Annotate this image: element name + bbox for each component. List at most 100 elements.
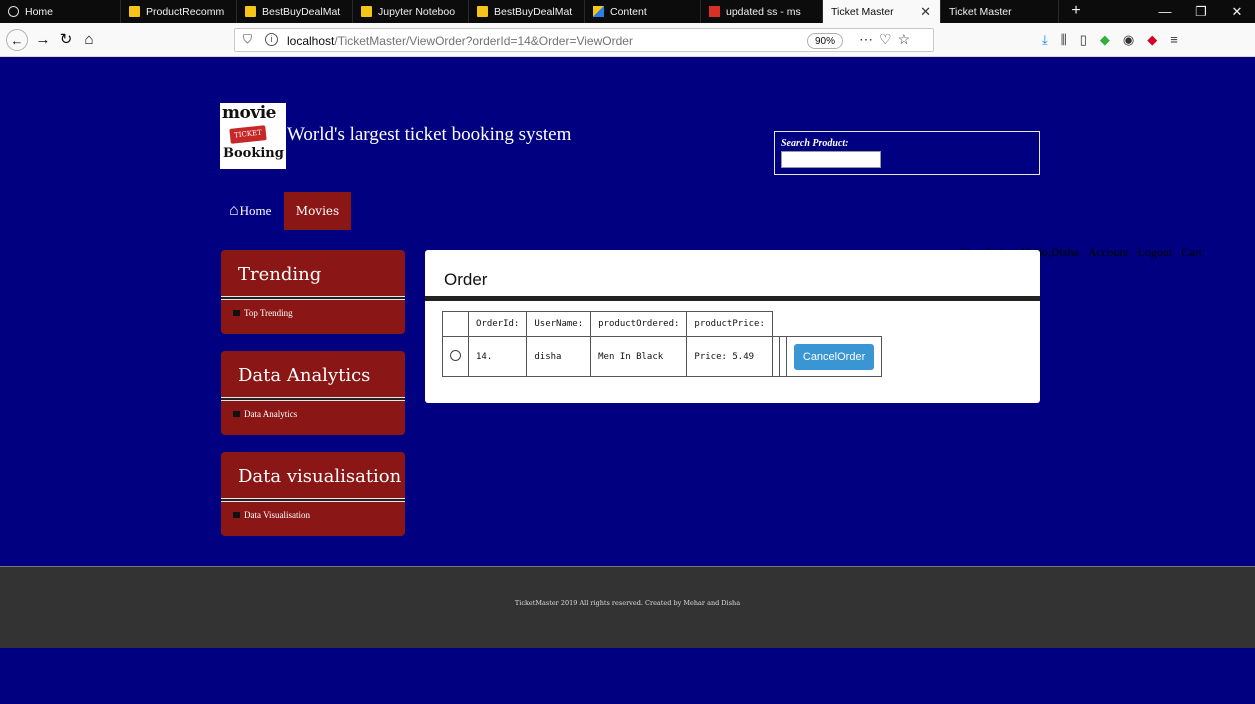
sidebar-divider [221,296,405,300]
sidebar-divider [221,498,405,502]
column-header: productPrice: [686,311,773,337]
download-icon[interactable]: ⤓ [1042,32,1048,48]
order-table: OrderId: UserName: productOrdered: produ… [442,311,883,377]
order-id-cell: 14. [467,336,528,377]
close-window-icon[interactable]: ✕ [1219,0,1255,23]
address-bar[interactable]: ⛉ i localhost/TicketMaster/ViewOrder?ord… [234,28,934,52]
bullet-icon [233,512,240,518]
order-title: Order [444,270,488,289]
account-icon[interactable]: ◉ [1123,32,1134,48]
site-tagline: World's largest ticket booking system [287,124,572,145]
tab-label: Ticket Master [949,5,1012,18]
tab-label: BestBuyDealMat [262,5,341,18]
sidebar-icon[interactable]: ▯ [1080,32,1087,48]
tab-label: BestBuyDealMat [494,5,573,18]
window-controls: — ❐ ✕ [1147,0,1255,23]
site-footer: TicketMaster 2019 All rights reserved. C… [0,566,1255,648]
shield-extension-icon[interactable]: ◆ [1100,32,1110,48]
zoom-indicator[interactable]: 90% [807,33,844,49]
more-actions-icon[interactable]: ⋯ [859,31,879,47]
notebook-icon [361,6,372,17]
tab-label: updated ss - ms [726,5,801,18]
select-cell [442,336,469,377]
tab-content[interactable]: Content [585,0,701,23]
search-input[interactable] [781,151,881,168]
notebook-icon [477,6,488,17]
sidebar-item-label: Top Trending [244,308,293,318]
empty-cell [778,336,787,377]
table-header-row: OrderId: UserName: productOrdered: produ… [442,311,882,337]
account-link[interactable]: Account [1088,245,1129,260]
logout-link[interactable]: Logout [1138,245,1173,260]
tab-ticket-master-active[interactable]: Ticket Master ✕ [823,0,941,23]
nav-home-label: Home [239,203,272,218]
tracking-shield-icon[interactable]: ⛉ [243,32,252,47]
close-tab-icon[interactable]: ✕ [920,4,931,20]
price-cell: Price: 5.49 [686,336,773,377]
home-icon: ⌂ [229,202,239,219]
library-icon[interactable]: ⫼ [1061,32,1067,48]
table-row: 14. disha Men In Black Price: 5.49 Cance… [442,336,883,377]
url-host: localhost [287,34,335,48]
nav-movies-link[interactable]: Movies [284,192,351,230]
pocket-icon[interactable]: ♡ [879,31,898,47]
logo-ticket-badge: TICKET [229,125,267,144]
order-title-divider [425,296,1040,301]
nav-home-link[interactable]: ⌂ Home [229,202,271,220]
tab-label: Home [25,5,54,18]
column-header: productOrdered: [590,311,688,337]
bookmark-star-icon[interactable]: ☆ [898,31,917,47]
home-button[interactable]: ⌂ [78,29,100,51]
url-text[interactable]: localhost/TicketMaster/ViewOrder?orderId… [287,34,633,48]
browser-nav-bar: ← → ↻ ⌂ ⛉ i localhost/TicketMaster/ViewO… [0,23,1255,57]
tab-bestbuy-2[interactable]: BestBuyDealMat [469,0,585,23]
page-content: movie TICKET Booking World's largest tic… [0,58,1255,704]
tab-gmail[interactable]: updated ss - ms [701,0,823,23]
bullet-icon [233,310,240,316]
column-header: OrderId: [467,311,528,337]
sidebar-item-data-analytics[interactable]: Data Analytics [233,409,297,419]
product-cell: Men In Black [590,336,688,377]
logo-line-3: Booking [223,146,284,161]
minimize-icon[interactable]: — [1147,0,1183,23]
ublock-icon[interactable]: ◆ [1147,32,1157,48]
tab-product-recomm[interactable]: ProductRecomm [121,0,237,23]
sidebar-box-data-visualisation: Data visualisation Data Visualisation [221,452,405,536]
notebook-icon [245,6,256,17]
new-tab-button[interactable]: + [1064,0,1088,23]
sidebar-heading: Data Analytics [238,365,371,386]
logo-line-1: movie [222,103,276,123]
sidebar-item-data-visualisation[interactable]: Data Visualisation [233,510,310,520]
notebook-icon [129,6,140,17]
site-logo[interactable]: movie TICKET Booking [220,103,286,169]
browser-tab-bar: Home ProductRecomm BestBuyDealMat Jupyte… [0,0,1255,23]
footer-text: TicketMaster 2019 All rights reserved. C… [514,599,741,607]
tab-home[interactable]: Home [0,0,121,23]
page-actions: ⋯♡☆ [859,31,916,48]
firefox-home-icon [8,6,19,17]
tab-bestbuy-1[interactable]: BestBuyDealMat [237,0,353,23]
sidebar-item-label: Data Visualisation [244,510,311,520]
tab-label: Jupyter Noteboo [378,5,456,18]
cart-link[interactable]: Cart [1181,245,1202,260]
reload-button[interactable]: ↻ [55,29,77,51]
tab-jupyter[interactable]: Jupyter Noteboo [353,0,469,23]
menu-icon[interactable]: ≡ [1170,32,1178,48]
gmail-icon [709,6,720,17]
cancel-order-button[interactable]: CancelOrder [793,343,875,370]
sidebar-box-trending: Trending Top Trending [221,250,405,334]
restore-icon[interactable]: ❐ [1183,0,1219,23]
site-info-icon[interactable]: i [265,33,278,46]
pencil-icon [593,6,604,17]
sidebar-heading: Trending [238,264,322,285]
sidebar-item-top-trending[interactable]: Top Trending [233,308,293,318]
search-label: Search Product: [781,138,849,149]
empty-cell [771,336,780,377]
order-select-radio[interactable] [450,349,461,361]
sidebar-box-data-analytics: Data Analytics Data Analytics [221,351,405,435]
forward-button[interactable]: → [32,29,54,51]
toolbar-icons: ⤓ ⫼ ▯ ◆ ◉ ◆ ≡ [1042,32,1178,48]
tab-ticket-master[interactable]: Ticket Master [941,0,1059,23]
back-button[interactable]: ← [6,29,28,51]
sidebar-item-label: Data Analytics [244,409,298,419]
